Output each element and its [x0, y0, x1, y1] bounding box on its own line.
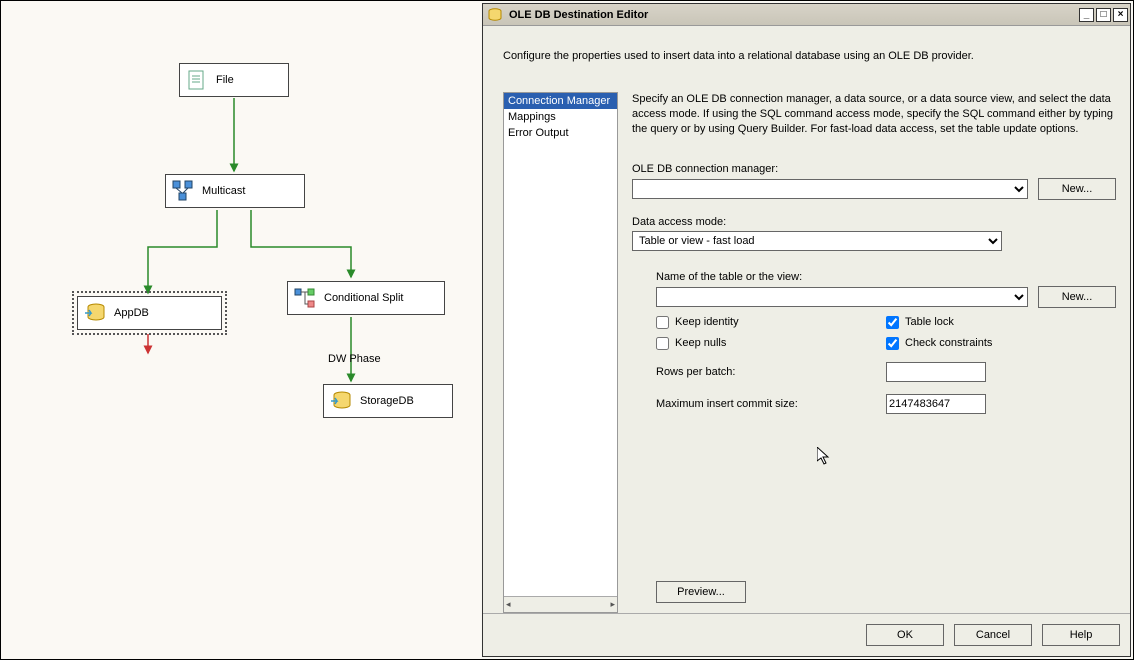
rows-per-batch-input[interactable] — [886, 362, 986, 382]
panel-description: Specify an OLE DB connection manager, a … — [632, 92, 1116, 137]
nav-item-error-output[interactable]: Error Output — [504, 125, 617, 141]
oledb-destination-icon — [328, 388, 354, 414]
keep-identity-row[interactable]: Keep identity — [656, 316, 886, 329]
nav-item-mappings[interactable]: Mappings — [504, 109, 617, 125]
table-name-select[interactable] — [656, 287, 1028, 307]
cancel-button[interactable]: Cancel — [954, 624, 1032, 646]
keep-nulls-checkbox[interactable] — [656, 337, 669, 350]
node-appdb[interactable]: AppDB — [77, 296, 222, 330]
path-label-dw-phase: DW Phase — [328, 353, 381, 365]
node-storagedb[interactable]: StorageDB — [323, 384, 453, 418]
max-commit-input[interactable] — [886, 394, 986, 414]
oledb-destination-icon — [82, 300, 108, 326]
max-commit-label: Maximum insert commit size: — [656, 398, 886, 410]
dataflow-canvas[interactable]: File Multicast AppDB Conditional Split D… — [1, 1, 481, 659]
nav-scrollbar[interactable]: ◂▸ — [504, 596, 617, 612]
file-source-icon — [184, 67, 210, 93]
node-label: AppDB — [114, 307, 149, 319]
maximize-button[interactable]: □ — [1096, 8, 1111, 22]
new-connection-button[interactable]: New... — [1038, 178, 1116, 200]
node-label: Multicast — [202, 185, 245, 197]
conn-mgr-label: OLE DB connection manager: — [632, 163, 1116, 175]
access-mode-label: Data access mode: — [632, 216, 1116, 228]
titlebar[interactable]: OLE DB Destination Editor _ □ × — [483, 4, 1130, 26]
node-multicast[interactable]: Multicast — [165, 174, 305, 208]
conn-mgr-select[interactable] — [632, 179, 1028, 199]
table-lock-checkbox[interactable] — [886, 316, 899, 329]
oledb-destination-editor-dialog: OLE DB Destination Editor _ □ × Configur… — [482, 3, 1131, 657]
node-conditional-split[interactable]: Conditional Split — [287, 281, 445, 315]
nav-list: Connection Manager Mappings Error Output… — [503, 92, 618, 613]
table-name-label: Name of the table or the view: — [656, 271, 1116, 283]
rows-per-batch-label: Rows per batch: — [656, 366, 886, 378]
keep-nulls-label: Keep nulls — [675, 337, 726, 349]
check-constraints-label: Check constraints — [905, 337, 992, 349]
close-button[interactable]: × — [1113, 8, 1128, 22]
keep-identity-checkbox[interactable] — [656, 316, 669, 329]
table-lock-row[interactable]: Table lock — [886, 316, 1116, 329]
node-label: Conditional Split — [324, 292, 404, 304]
node-label: File — [216, 74, 234, 86]
conditional-split-icon — [292, 285, 318, 311]
help-button[interactable]: Help — [1042, 624, 1120, 646]
dialog-footer: OK Cancel Help — [483, 613, 1130, 656]
dialog-title: OLE DB Destination Editor — [509, 9, 1079, 21]
preview-button[interactable]: Preview... — [656, 581, 746, 603]
keep-identity-label: Keep identity — [675, 316, 739, 328]
dialog-intro: Configure the properties used to insert … — [503, 50, 1122, 62]
node-label: StorageDB — [360, 395, 414, 407]
multicast-icon — [170, 178, 196, 204]
keep-nulls-row[interactable]: Keep nulls — [656, 337, 886, 350]
node-file[interactable]: File — [179, 63, 289, 97]
ok-button[interactable]: OK — [866, 624, 944, 646]
access-mode-select[interactable]: Table or view - fast load — [632, 231, 1002, 251]
table-lock-label: Table lock — [905, 316, 954, 328]
new-table-button[interactable]: New... — [1038, 286, 1116, 308]
check-constraints-row[interactable]: Check constraints — [886, 337, 1116, 350]
check-constraints-checkbox[interactable] — [886, 337, 899, 350]
dialog-icon — [487, 7, 503, 23]
nav-item-connection-manager[interactable]: Connection Manager — [504, 93, 617, 109]
minimize-button[interactable]: _ — [1079, 8, 1094, 22]
